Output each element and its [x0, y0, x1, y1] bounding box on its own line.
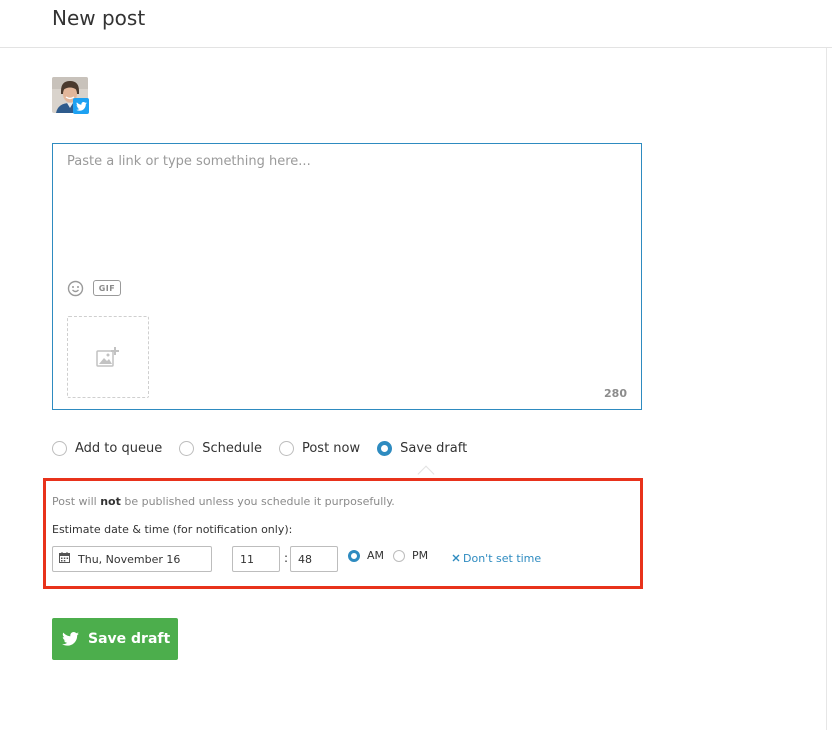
pm-label: PM [412, 549, 429, 562]
time-separator: : [284, 551, 289, 565]
twitter-icon [73, 98, 89, 114]
radio-am[interactable] [348, 549, 360, 562]
option-label: Add to queue [75, 440, 163, 456]
minute-input[interactable]: 48 [290, 546, 338, 572]
option-label: Post now [301, 440, 361, 456]
gif-button[interactable]: GIF [93, 280, 121, 296]
option-schedule[interactable]: Schedule [179, 440, 262, 456]
am-option[interactable]: AM [348, 549, 384, 562]
dont-set-time-label: Don't set time [463, 552, 542, 565]
radio-schedule[interactable] [179, 440, 195, 456]
radio-save-draft[interactable] [377, 440, 393, 456]
page-title: New post [52, 6, 146, 30]
calendar-icon [59, 552, 70, 566]
option-post-now[interactable]: Post now [278, 440, 361, 456]
draft-settings-panel: Post will not be published unless you sc… [43, 478, 643, 589]
hour-input[interactable]: 11 [232, 546, 280, 572]
am-label: AM [367, 549, 385, 562]
dont-set-time-link[interactable]: Don't set time [452, 552, 541, 565]
radio-pm[interactable] [393, 549, 405, 562]
right-divider [826, 48, 827, 730]
save-draft-label: Save draft [88, 631, 171, 647]
add-image-icon [96, 347, 119, 367]
twitter-icon [62, 632, 79, 646]
page-header: New post [0, 0, 832, 48]
post-composer: GIF 280 [52, 143, 642, 410]
character-count: 280 [604, 387, 627, 400]
radio-post-now[interactable] [278, 440, 294, 456]
date-input[interactable]: Thu, November 16 [52, 546, 212, 572]
option-add-to-queue[interactable]: Add to queue [52, 440, 163, 456]
close-icon [452, 552, 460, 565]
pm-option[interactable]: PM [393, 549, 428, 562]
post-options: Add to queue Schedule Post now Save draf… [52, 438, 484, 458]
estimate-label: Estimate date & time (for notification o… [52, 523, 293, 536]
radio-add-to-queue[interactable] [52, 440, 67, 456]
draft-info-text: Post will not be published unless you sc… [52, 495, 395, 508]
date-value: Thu, November 16 [78, 552, 181, 566]
option-save-draft[interactable]: Save draft [377, 440, 468, 456]
option-label: Schedule [202, 440, 262, 456]
save-draft-button[interactable]: Save draft [52, 618, 178, 660]
option-label: Save draft [400, 440, 468, 456]
profile-avatar[interactable] [52, 77, 89, 114]
post-text-input[interactable] [67, 154, 627, 274]
emoji-icon[interactable] [67, 280, 84, 297]
add-media-button[interactable] [67, 316, 149, 398]
